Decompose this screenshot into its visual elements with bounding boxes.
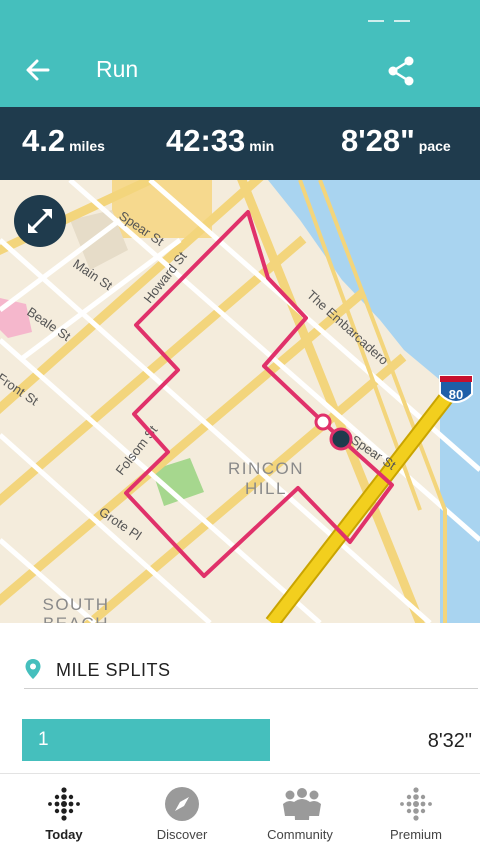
- premium-dots-icon: [400, 787, 432, 821]
- location-pin-icon: [25, 659, 41, 679]
- duration-stat: 42:33 min: [166, 123, 274, 159]
- tab-label: Discover: [156, 827, 208, 842]
- distance-unit: miles: [69, 138, 105, 154]
- highway-number: 80: [449, 387, 463, 402]
- mile-splits-title: MILE SPLITS: [56, 660, 171, 680]
- pace-unit: pace: [418, 138, 451, 154]
- split-pace-value: 8'32": [427, 730, 472, 752]
- status-indicator: [368, 20, 412, 24]
- share-button[interactable]: [386, 55, 416, 87]
- pace-value: 8'28": [341, 123, 415, 158]
- arrow-left-icon: [26, 59, 50, 81]
- interstate-shield-icon: 80: [439, 375, 473, 403]
- route-end-marker: [329, 427, 353, 451]
- app-header: Run: [0, 0, 480, 107]
- duration-unit: min: [249, 138, 275, 154]
- tab-today[interactable]: Today: [4, 774, 124, 854]
- map-canvas: 80 Spear St Howard St Main St Beale St F…: [0, 180, 480, 623]
- tab-discover[interactable]: Discover: [122, 774, 242, 854]
- neighborhood-label: RINCON: [228, 459, 304, 478]
- tab-community[interactable]: Community: [240, 774, 360, 854]
- split-mile-number: 1: [38, 729, 49, 750]
- back-button[interactable]: [22, 54, 54, 86]
- activity-stats: 4.2 miles 42:33 min 8'28" pace: [0, 107, 480, 180]
- tab-label: Today: [45, 827, 83, 842]
- pace-stat: 8'28" pace: [341, 123, 451, 159]
- compass-icon: [165, 787, 199, 821]
- tab-label: Premium: [389, 827, 442, 842]
- neighborhood-label: SOUTH: [43, 595, 110, 614]
- page-title: Run: [96, 56, 139, 82]
- tab-premium[interactable]: Premium: [356, 774, 476, 854]
- expand-arrows-icon: [28, 209, 52, 233]
- dots-icon: [48, 787, 80, 821]
- community-icon: [283, 788, 321, 820]
- street-label: Grote Pl: [96, 504, 144, 543]
- expand-map-button[interactable]: [14, 195, 66, 247]
- route-map[interactable]: 80 Spear St Howard St Main St Beale St F…: [0, 180, 480, 623]
- split-row-bar[interactable]: 1: [22, 719, 270, 761]
- neighborhood-label: BEACH: [43, 614, 109, 623]
- duration-value: 42:33: [166, 123, 246, 158]
- bottom-tab-bar: Today Discover Community Premium: [0, 773, 480, 854]
- mile-splits-header: MILE SPLITS: [24, 656, 478, 689]
- distance-value: 4.2: [22, 123, 66, 158]
- distance-stat: 4.2 miles: [22, 123, 105, 159]
- share-icon: [388, 56, 414, 86]
- neighborhood-label: HILL: [245, 479, 287, 498]
- tab-label: Community: [267, 827, 333, 842]
- route-start-marker: [314, 413, 332, 431]
